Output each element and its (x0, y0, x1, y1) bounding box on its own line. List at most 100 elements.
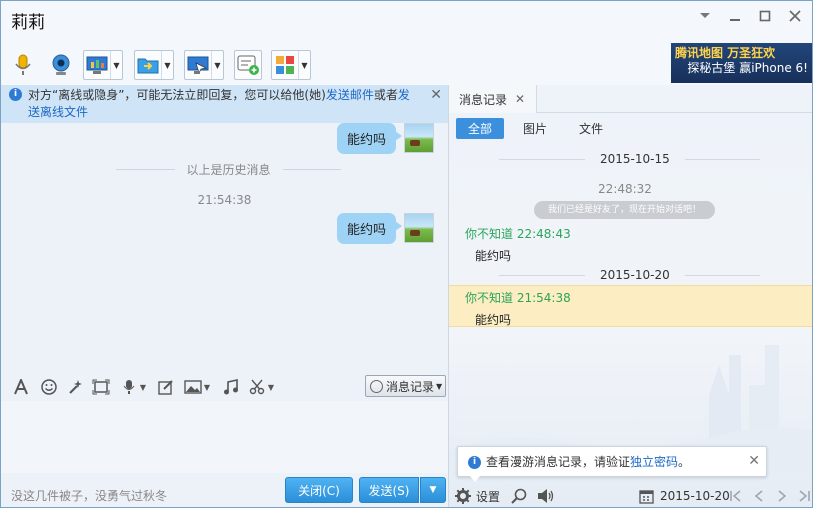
sender-time: 21:54:38 (516, 291, 571, 305)
date-label: 2015-10-20 (600, 268, 670, 282)
video-call-button[interactable] (47, 50, 75, 80)
close-icon[interactable]: ✕ (515, 92, 525, 106)
avatar[interactable] (404, 213, 434, 243)
chevron-down-icon[interactable]: ▼ (265, 378, 277, 396)
music-icon[interactable] (221, 378, 241, 396)
chat-window: 莉莉 ▼ ▼ ▼ ▼ 腾讯地图 万圣狂欢 探秘古堡 赢iPhone 6! i 对… (0, 0, 813, 508)
date-label: 2015-10-15 (600, 152, 670, 166)
settings-label: 设置 (476, 489, 501, 504)
ad-line1: 腾讯地图 万圣狂欢 (675, 46, 776, 60)
chevron-down-icon[interactable]: ▼ (201, 378, 213, 396)
edit-icon[interactable] (156, 378, 176, 396)
history-divider: 以上是历史消息 (116, 161, 341, 178)
verify-password-link[interactable]: 独立密码 (630, 453, 678, 470)
message-bubble[interactable]: 能约吗 (336, 123, 403, 154)
add-chat-icon (235, 53, 261, 77)
screen-share-icon (185, 53, 211, 77)
next-page-icon[interactable] (773, 487, 791, 505)
history-entry[interactable]: 你不知道 22:48:43 能约吗 (449, 225, 812, 267)
message-bubble[interactable]: 能约吗 (336, 213, 403, 244)
create-group-button[interactable] (234, 50, 262, 80)
sender-time: 22:48:43 (516, 227, 571, 241)
chevron-down-icon[interactable]: ▼ (110, 51, 122, 79)
apps-button[interactable]: ▼ (271, 50, 311, 80)
history-divider-label: 以上是历史消息 (186, 163, 271, 177)
info-icon: i (468, 456, 481, 469)
send-file-button[interactable]: ▼ (134, 50, 174, 80)
date-divider: 2015-10-15 (449, 152, 812, 166)
close-button[interactable]: 关闭(C) (285, 477, 353, 503)
history-entry-highlighted[interactable]: 你不知道 21:54:38 能约吗 (449, 285, 812, 327)
calendar-icon (639, 489, 654, 504)
remote-desktop-button[interactable]: ▼ (83, 50, 123, 80)
first-page-icon[interactable] (727, 487, 745, 505)
close-icon[interactable] (780, 5, 810, 27)
maximize-icon[interactable] (750, 5, 780, 27)
close-icon[interactable]: ✕ (430, 87, 442, 104)
close-icon[interactable]: ✕ (748, 453, 760, 469)
chat-panel: i 对方“离线或隐身”，可能无法立即回复，您可以给他(她)发送邮件或者发送离线文… (1, 85, 448, 507)
last-page-icon[interactable] (795, 487, 812, 505)
system-message: 我们已经是好友了，现在开始对话吧！ (534, 201, 715, 219)
microphone-icon (10, 53, 36, 77)
avatar[interactable] (404, 123, 434, 153)
previous-page-icon[interactable] (750, 487, 768, 505)
voice-call-button[interactable] (9, 50, 37, 80)
magic-wand-icon[interactable] (65, 378, 85, 396)
info-icon: i (9, 88, 22, 101)
tip-text: 查看漫游消息记录，请验证 (486, 455, 631, 469)
notice-text: 对方“离线或隐身”，可能无法立即回复，您可以给他(她) (28, 88, 326, 102)
settings-button[interactable]: 设置 (455, 487, 500, 505)
sender-name: 你不知道 (465, 291, 514, 305)
chevron-down-icon[interactable]: ▼ (298, 51, 310, 79)
date-picker[interactable]: 2015-10-20 (639, 487, 730, 505)
window-controls (690, 5, 810, 27)
message-input[interactable] (1, 401, 448, 473)
chat-footer: 没这几件被子，没勇气过秋冬 关闭(C) 发送(S) ▼ (1, 475, 448, 507)
message-row: 能约吗 (336, 213, 434, 244)
chevron-down-icon: ▼ (436, 381, 443, 391)
minimize-icon[interactable] (720, 5, 750, 27)
send-button[interactable]: 发送(S) (359, 477, 419, 503)
message-record-button[interactable]: 消息记录 ▼ (365, 375, 446, 397)
window-title: 莉莉 (11, 13, 45, 33)
chevron-down-icon[interactable]: ▼ (137, 378, 149, 396)
filter-all[interactable]: 全部 (456, 118, 504, 139)
chevron-down-icon[interactable] (690, 5, 720, 27)
ad-line2: 探秘古堡 赢iPhone 6! (687, 61, 808, 75)
chevron-down-icon[interactable]: ▼ (161, 51, 173, 79)
send-options-chevron-icon[interactable]: ▼ (420, 477, 446, 503)
tab-divider (537, 112, 812, 113)
history-footer: 设置 2015-10-20 (449, 483, 812, 507)
filter-images[interactable]: 图片 (515, 118, 555, 139)
speaker-icon[interactable] (537, 487, 555, 505)
search-icon[interactable] (511, 487, 527, 505)
screen-share-button[interactable]: ▼ (184, 50, 224, 80)
chevron-down-icon[interactable]: ▼ (211, 51, 223, 79)
notice-text-mid: 或者 (373, 88, 398, 102)
tab-label: 消息记录 (459, 92, 508, 107)
date-value: 2015-10-20 (660, 489, 730, 503)
scissors-icon[interactable] (247, 378, 267, 396)
ad-banner[interactable]: 腾讯地图 万圣狂欢 探秘古堡 赢iPhone 6! (671, 43, 812, 83)
title-bar: 莉莉 (1, 1, 812, 43)
sender-name: 你不知道 (465, 227, 514, 241)
tip-text-end: 。 (678, 455, 691, 469)
message-row: 能约吗 (336, 123, 434, 154)
gear-icon (455, 488, 471, 504)
history-panel: 消息记录 ✕ 全部 图片 文件 2015-10-15 22:48:32 我们已经… (448, 85, 812, 507)
sender-line: 你不知道 21:54:38 (465, 289, 812, 306)
send-email-link[interactable]: 发送邮件 (326, 88, 374, 102)
voice-message-icon[interactable] (119, 378, 139, 396)
screenshot-icon[interactable] (91, 378, 111, 396)
date-divider: 2015-10-20 (449, 268, 812, 282)
filter-files[interactable]: 文件 (571, 118, 611, 139)
roaming-tip: i 查看漫游消息记录，请验证 独立密码。 ✕ (457, 446, 767, 482)
system-time: 22:48:32 (598, 182, 652, 196)
offline-notice: i 对方“离线或隐身”，可能无法立即回复，您可以给他(她)发送邮件或者发送离线文… (1, 85, 448, 123)
monitor-icon (84, 53, 110, 77)
tab-message-record[interactable]: 消息记录 ✕ (449, 85, 537, 113)
emoji-icon[interactable] (39, 378, 59, 396)
font-icon[interactable] (11, 378, 31, 396)
image-icon[interactable] (183, 378, 203, 396)
